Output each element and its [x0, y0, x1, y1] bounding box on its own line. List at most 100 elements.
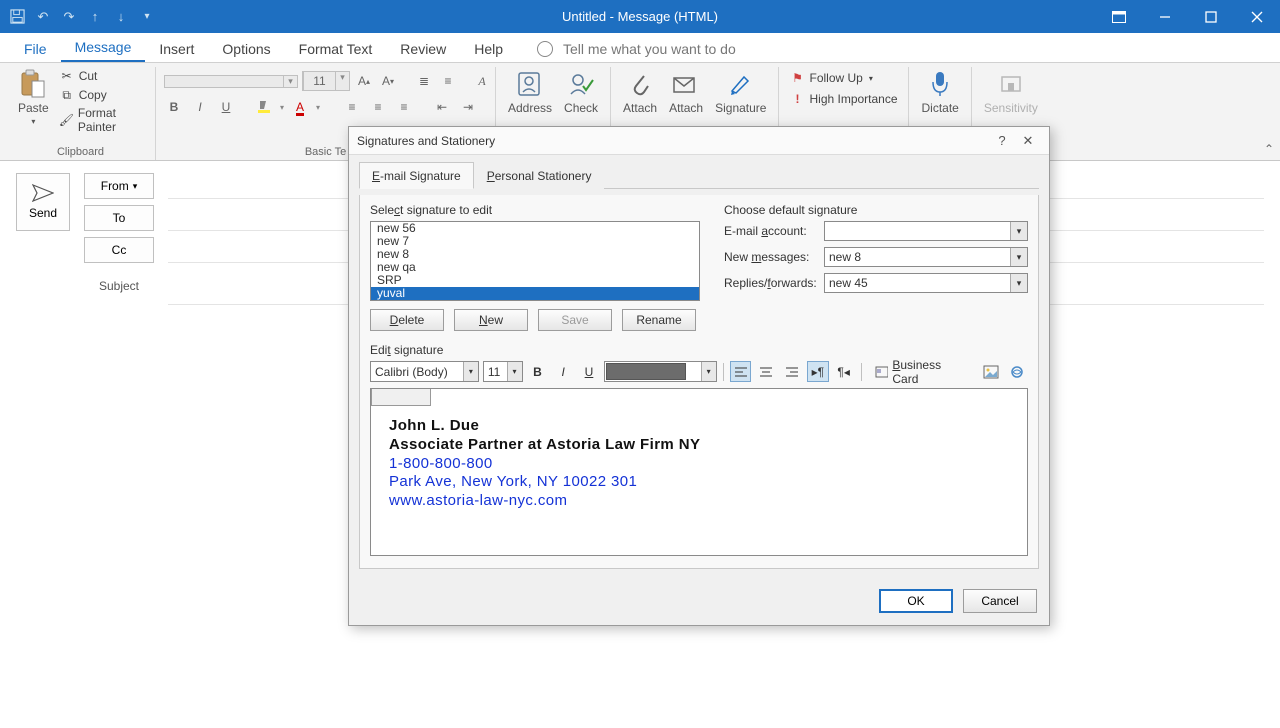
check-names-button[interactable]: Check — [560, 67, 602, 117]
address-book-icon — [515, 69, 545, 99]
grow-font-icon[interactable]: A▴ — [354, 71, 374, 91]
list-item[interactable]: new 7 — [371, 235, 699, 248]
maximize-button[interactable] — [1188, 0, 1234, 33]
signature-button[interactable]: Signature — [711, 67, 770, 117]
chevron-down-icon: ▾ — [701, 362, 716, 381]
picture-icon — [983, 365, 999, 379]
list-item[interactable]: new 56 — [371, 222, 699, 235]
next-icon[interactable]: ↓ — [112, 8, 130, 26]
send-icon — [32, 184, 54, 202]
follow-up-button[interactable]: ⚑Follow Up▾ — [787, 69, 899, 87]
dialog-titlebar: Signatures and Stationery ? ✕ — [349, 127, 1049, 155]
font-size-select[interactable]: 11▾ — [483, 361, 523, 382]
paste-button[interactable]: Paste ▾ — [14, 67, 53, 128]
list-item[interactable]: yuval — [371, 287, 699, 300]
shrink-font-icon[interactable]: A▾ — [378, 71, 398, 91]
insert-picture-button[interactable] — [980, 361, 1002, 382]
align-left-icon[interactable]: ≡ — [342, 97, 362, 117]
save-button[interactable]: Save — [538, 309, 612, 331]
minimize-button[interactable] — [1142, 0, 1188, 33]
cut-button[interactable]: ✂Cut — [57, 67, 147, 85]
close-button[interactable] — [1234, 0, 1280, 33]
decrease-indent-icon[interactable]: ⇤ — [432, 97, 452, 117]
qat-customize-icon[interactable]: ▾ — [138, 8, 156, 26]
ok-button[interactable]: OK — [879, 589, 953, 613]
align-right-icon[interactable]: ≡ — [394, 97, 414, 117]
format-painter-button[interactable]: 🖌Format Painter — [57, 105, 147, 135]
list-item[interactable]: new 8 — [371, 248, 699, 261]
tab-options[interactable]: Options — [208, 35, 284, 62]
flag-icon: ⚑ — [789, 70, 805, 86]
clear-format-icon[interactable]: A — [472, 71, 492, 91]
undo-icon[interactable]: ↶ — [34, 8, 52, 26]
redo-icon[interactable]: ↷ — [60, 8, 78, 26]
numbering-icon[interactable]: ≡ — [438, 71, 458, 91]
tab-help[interactable]: Help — [460, 35, 517, 62]
tab-email-signature[interactable]: E-mail Signature — [359, 162, 474, 189]
bullets-icon[interactable]: ≣ — [414, 71, 434, 91]
ribbon-display-icon[interactable] — [1096, 0, 1142, 33]
new-messages-select[interactable]: new 8▾ — [824, 247, 1028, 267]
dialog-help-button[interactable]: ? — [989, 130, 1015, 152]
replies-forwards-select[interactable]: new 45▾ — [824, 273, 1028, 293]
signature-title: Associate Partner at Astoria Law Firm NY — [389, 436, 1009, 455]
bold-button[interactable]: B — [527, 361, 549, 382]
send-button[interactable]: Send — [16, 173, 70, 231]
highlight-icon[interactable] — [254, 97, 274, 117]
font-size-selector[interactable]: 11 ▾ — [302, 71, 350, 91]
delete-button[interactable]: Delete — [370, 309, 444, 331]
cancel-button[interactable]: Cancel — [963, 589, 1037, 613]
underline-button[interactable]: U — [578, 361, 600, 382]
dictate-button[interactable]: Dictate — [917, 67, 962, 117]
new-button[interactable]: New — [454, 309, 528, 331]
tab-format-text[interactable]: Format Text — [285, 35, 387, 62]
signature-icon — [726, 69, 756, 99]
color-swatch — [606, 363, 686, 380]
signature-editor[interactable]: John L. Due Associate Partner at Astoria… — [370, 388, 1028, 556]
align-center-icon[interactable]: ≡ — [368, 97, 388, 117]
tab-message[interactable]: Message — [61, 33, 146, 62]
ltr-button[interactable]: ▸¶ — [807, 361, 829, 382]
list-item[interactable]: SRP — [371, 274, 699, 287]
cc-button[interactable]: Cc — [84, 237, 154, 263]
high-importance-button[interactable]: !High Importance — [787, 90, 899, 108]
previous-icon[interactable]: ↑ — [86, 8, 104, 26]
font-color-icon[interactable]: A — [290, 97, 310, 117]
tab-review[interactable]: Review — [386, 35, 460, 62]
copy-button[interactable]: ⧉Copy — [57, 86, 147, 104]
font-family-select[interactable]: Calibri (Body)▾ — [370, 361, 479, 382]
attach-file-button[interactable]: Attach — [619, 67, 661, 117]
signature-listbox[interactable]: new 56 new 7 new 8 new qa SRP yuval — [370, 221, 700, 301]
align-right-button[interactable] — [781, 361, 803, 382]
align-left-button[interactable] — [730, 361, 752, 382]
from-button[interactable]: From▾ — [84, 173, 154, 199]
dialog-close-button[interactable]: ✕ — [1015, 130, 1041, 152]
list-item[interactable]: new qa — [371, 261, 699, 274]
tab-personal-stationery[interactable]: Personal Stationery — [474, 162, 605, 189]
increase-indent-icon[interactable]: ⇥ — [458, 97, 478, 117]
align-center-button[interactable] — [755, 361, 777, 382]
attach-item-button[interactable]: Attach — [665, 67, 707, 117]
collapse-ribbon-icon[interactable]: ⌃ — [1264, 142, 1274, 156]
to-button[interactable]: To — [84, 205, 154, 231]
italic-button[interactable]: I — [190, 97, 210, 117]
tab-file[interactable]: File — [10, 35, 61, 62]
chevron-down-icon: ▾ — [1010, 248, 1027, 266]
font-color-select[interactable]: ▾ — [604, 361, 717, 382]
sensitivity-button[interactable]: Sensitivity — [980, 67, 1042, 117]
chevron-down-icon: ▾ — [133, 181, 138, 192]
underline-button[interactable]: U — [216, 97, 236, 117]
address-book-button[interactable]: Address — [504, 67, 556, 117]
business-card-button[interactable]: Business Card — [868, 361, 977, 382]
tab-insert[interactable]: Insert — [145, 35, 208, 62]
tell-me-search[interactable]: Tell me what you want to do — [537, 41, 736, 62]
italic-button[interactable]: I — [552, 361, 574, 382]
rtl-button[interactable]: ¶◂ — [833, 361, 855, 382]
signature-website: www.astoria-law-nyc.com — [389, 492, 1009, 511]
bold-button[interactable]: B — [164, 97, 184, 117]
email-account-select[interactable]: ▾ — [824, 221, 1028, 241]
save-icon[interactable] — [8, 8, 26, 26]
insert-hyperlink-button[interactable] — [1006, 361, 1028, 382]
font-name-selector[interactable]: ▾ — [164, 75, 298, 88]
rename-button[interactable]: Rename — [622, 309, 696, 331]
